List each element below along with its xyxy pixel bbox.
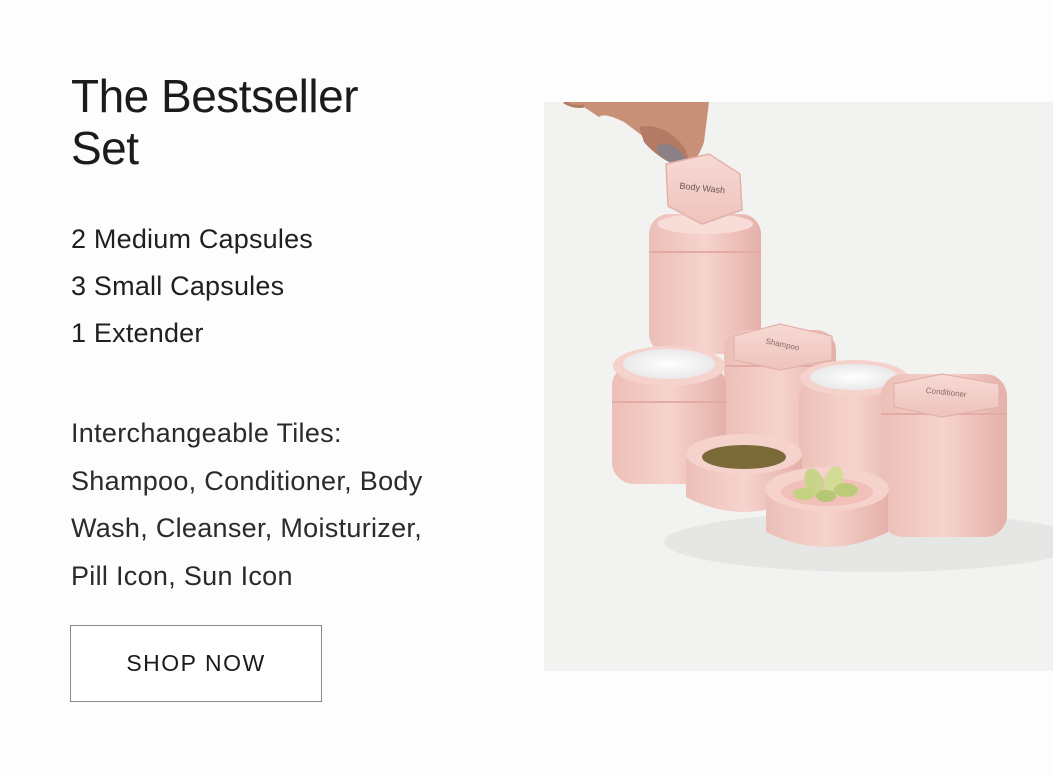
title-line-1: The Bestseller bbox=[71, 70, 359, 122]
tiles-description: Interchangeable Tiles: Shampoo, Conditio… bbox=[71, 410, 501, 600]
tiles-line: Shampoo, Conditioner, Body bbox=[71, 465, 423, 496]
medium-capsule-body-wash: Body Wash bbox=[649, 153, 761, 354]
shop-now-button[interactable]: SHOP NOW bbox=[70, 625, 322, 702]
tiles-line: Wash, Cleanser, Moisturizer, bbox=[71, 513, 423, 543]
list-item: 1 Extender bbox=[71, 318, 204, 348]
open-capsule-pills bbox=[765, 466, 889, 547]
product-copy: The Bestseller Set 2 Medium Capsules 3 S… bbox=[71, 70, 511, 600]
tiles-line: Pill Icon, Sun Icon bbox=[71, 560, 293, 591]
list-item: 3 Small Capsules bbox=[71, 271, 285, 301]
tiles-heading: Interchangeable Tiles: bbox=[71, 418, 342, 448]
capsules-illustration: Body Wash Shampoo Conditioner bbox=[563, 102, 1053, 572]
set-contents-list: 2 Medium Capsules 3 Small Capsules 1 Ext… bbox=[71, 216, 511, 357]
title-line-2: Set bbox=[71, 122, 139, 174]
list-item: 2 Medium Capsules bbox=[71, 224, 314, 254]
medium-capsule-conditioner: Conditioner bbox=[881, 373, 1007, 537]
page-title: The Bestseller Set bbox=[71, 70, 511, 174]
product-photo: Body Wash Shampoo Conditioner bbox=[544, 102, 1053, 671]
